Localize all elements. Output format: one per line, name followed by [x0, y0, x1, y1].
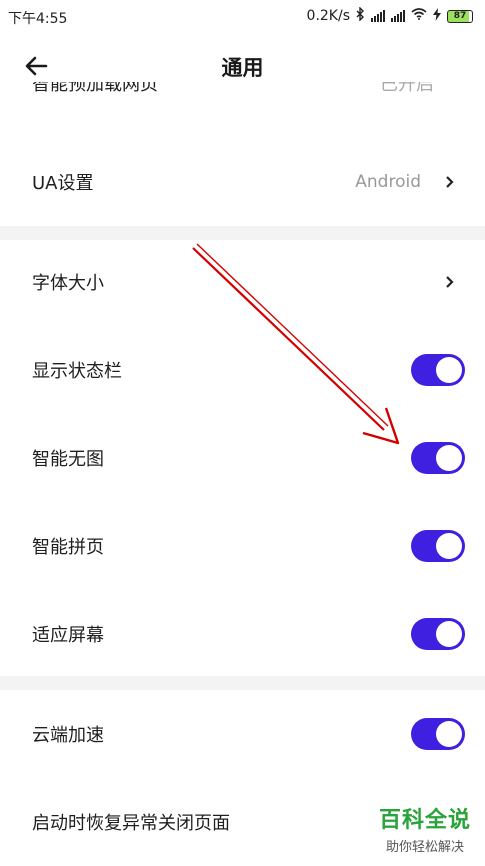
settings-row-value: 已开启 [380, 82, 434, 95]
status-bar: 下午4:55 0.2K/s 87 [0, 0, 485, 32]
signal-icon [371, 10, 385, 22]
watermark-main: 百科全说 [378, 808, 471, 833]
wifi-icon [411, 8, 427, 24]
chevron-right-icon [446, 276, 454, 288]
settings-row-label: UA设置 [32, 173, 94, 194]
show-status-bar-toggle[interactable] [411, 354, 465, 386]
fit-screen-toggle[interactable] [411, 618, 465, 650]
network-speed: 0.2K/s [306, 8, 350, 24]
settings-row-label: 智能拼页 [32, 537, 104, 558]
settings-row-smart-page-join: 智能拼页 [0, 502, 485, 590]
settings-row-ua[interactable]: UA设置 Android [0, 138, 485, 226]
settings-row-label: 云端加速 [32, 725, 104, 746]
page-title: 通用 [221, 56, 264, 80]
settings-row-show-status-bar: 显示状态栏 [0, 326, 485, 414]
signal-icon-2 [391, 10, 405, 22]
smart-no-image-toggle[interactable] [411, 442, 465, 474]
settings-row-font-size[interactable]: 字体大小 [0, 238, 485, 326]
toggle-knob [436, 721, 462, 747]
settings-row-preload[interactable]: 智能预加载网页 已开启 [0, 82, 485, 108]
toggle-knob [436, 621, 462, 647]
settings-row-smart-no-image: 智能无图 [0, 414, 485, 502]
smart-page-join-toggle[interactable] [411, 530, 465, 562]
section-divider [0, 676, 485, 690]
settings-row-cloud-accel: 云端加速 [0, 690, 485, 778]
watermark-sub: 助你轻松解决 [385, 840, 464, 855]
battery-icon: 87 [447, 9, 473, 23]
bluetooth-icon [356, 6, 365, 25]
settings-row-label: 智能预加载网页 [32, 82, 158, 95]
status-indicators: 0.2K/s 87 [306, 6, 473, 25]
settings-row-value: Android [355, 172, 421, 192]
toggle-knob [436, 445, 462, 471]
watermark-logo: 百科全说 助你轻松解决 [379, 802, 471, 855]
settings-row-label: 启动时恢复异常关闭页面 [32, 813, 230, 834]
settings-row-label: 智能无图 [32, 449, 104, 470]
cloud-accel-toggle[interactable] [411, 718, 465, 750]
toggle-knob [436, 533, 462, 559]
settings-row-fit-screen: 适应屏幕 [0, 590, 485, 678]
chevron-right-icon [446, 176, 454, 188]
settings-row-label: 显示状态栏 [32, 361, 122, 382]
settings-row-label: 适应屏幕 [32, 625, 104, 646]
charging-icon [433, 7, 441, 25]
settings-row-label: 字体大小 [32, 273, 104, 294]
toggle-knob [436, 357, 462, 383]
status-time: 下午4:55 [8, 11, 68, 27]
